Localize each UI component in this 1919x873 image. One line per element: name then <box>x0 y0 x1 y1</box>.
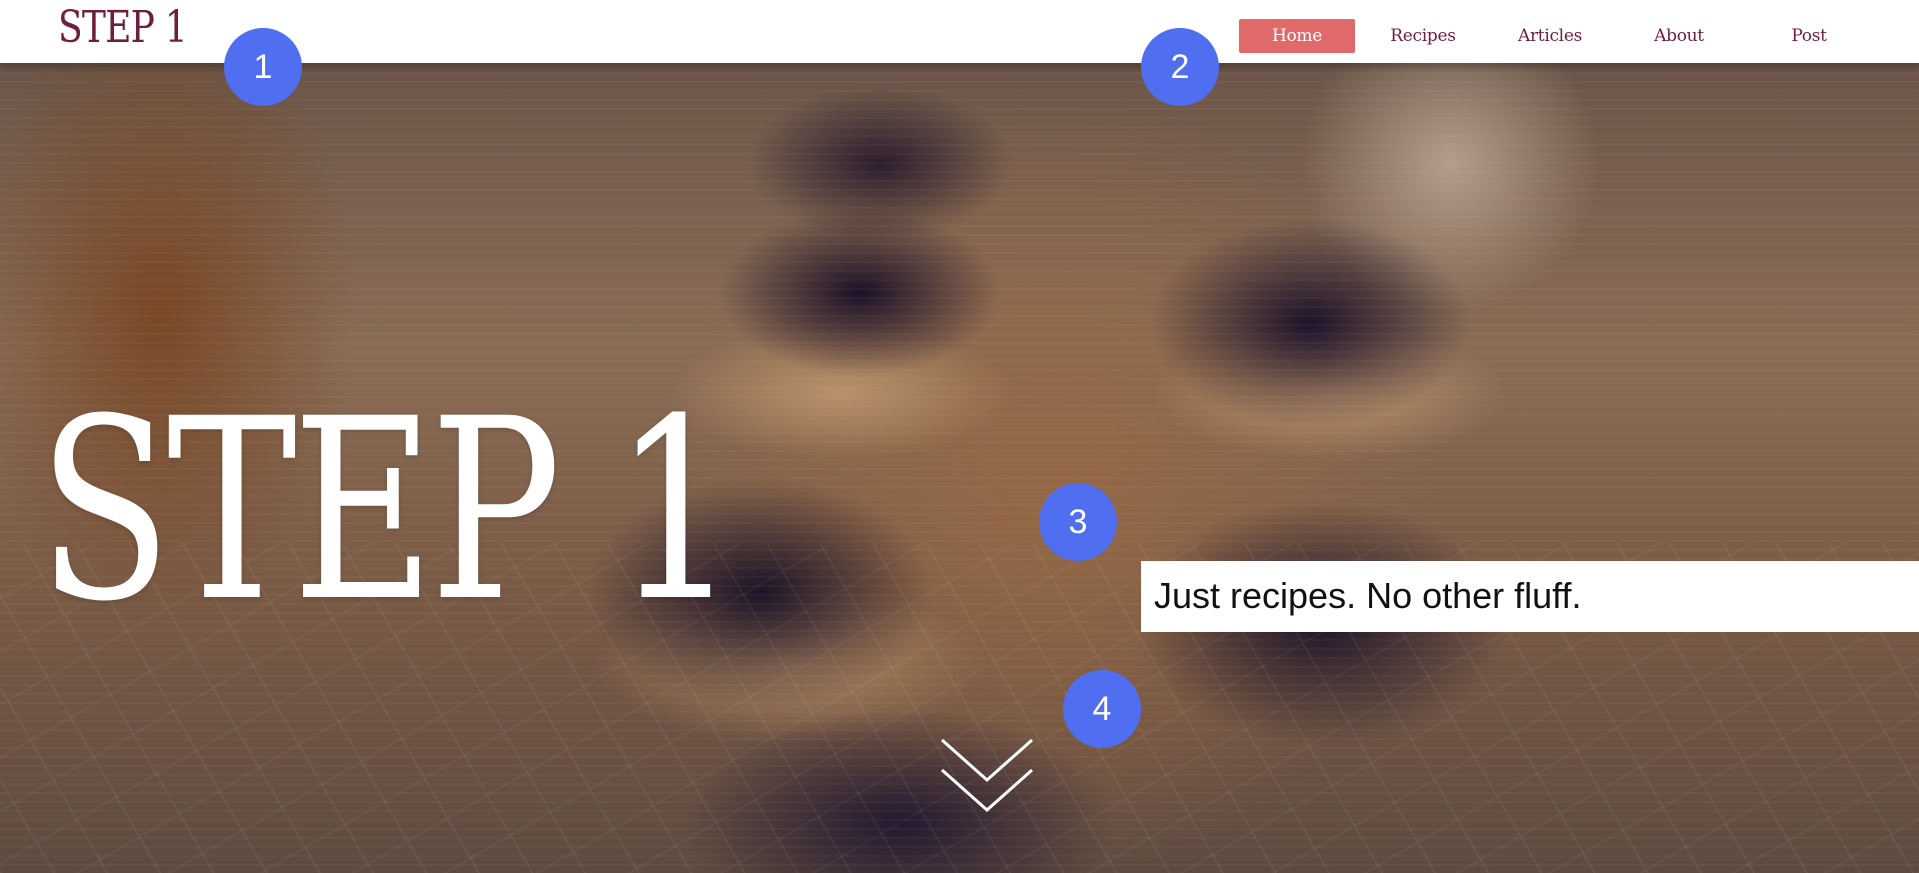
marker-3: 3 <box>1039 483 1117 561</box>
nav-item-recipes[interactable]: Recipes <box>1375 19 1471 53</box>
scroll-down-button[interactable] <box>940 738 1034 814</box>
tagline-box: Just recipes. No other fluff. <box>1141 561 1919 632</box>
nav-item-articles[interactable]: Articles <box>1502 19 1598 53</box>
marker-1: 1 <box>224 28 302 106</box>
hero-section: STEP 1 Just recipes. No other fluff. <box>0 63 1919 873</box>
double-chevron-down-icon <box>941 738 1033 813</box>
marker-2: 2 <box>1141 28 1219 106</box>
nav-item-home[interactable]: Home <box>1239 19 1355 53</box>
site-logo[interactable]: STEP 1 <box>58 2 188 54</box>
tagline-text: Just recipes. No other fluff. <box>1154 575 1582 616</box>
hero-title: STEP 1 <box>38 365 738 656</box>
page: STEP 1 Just recipes. No other fluff. STE… <box>0 0 1919 873</box>
nav-item-about[interactable]: About <box>1631 19 1727 53</box>
nav-item-post[interactable]: Post <box>1761 19 1857 53</box>
marker-4: 4 <box>1063 670 1141 748</box>
